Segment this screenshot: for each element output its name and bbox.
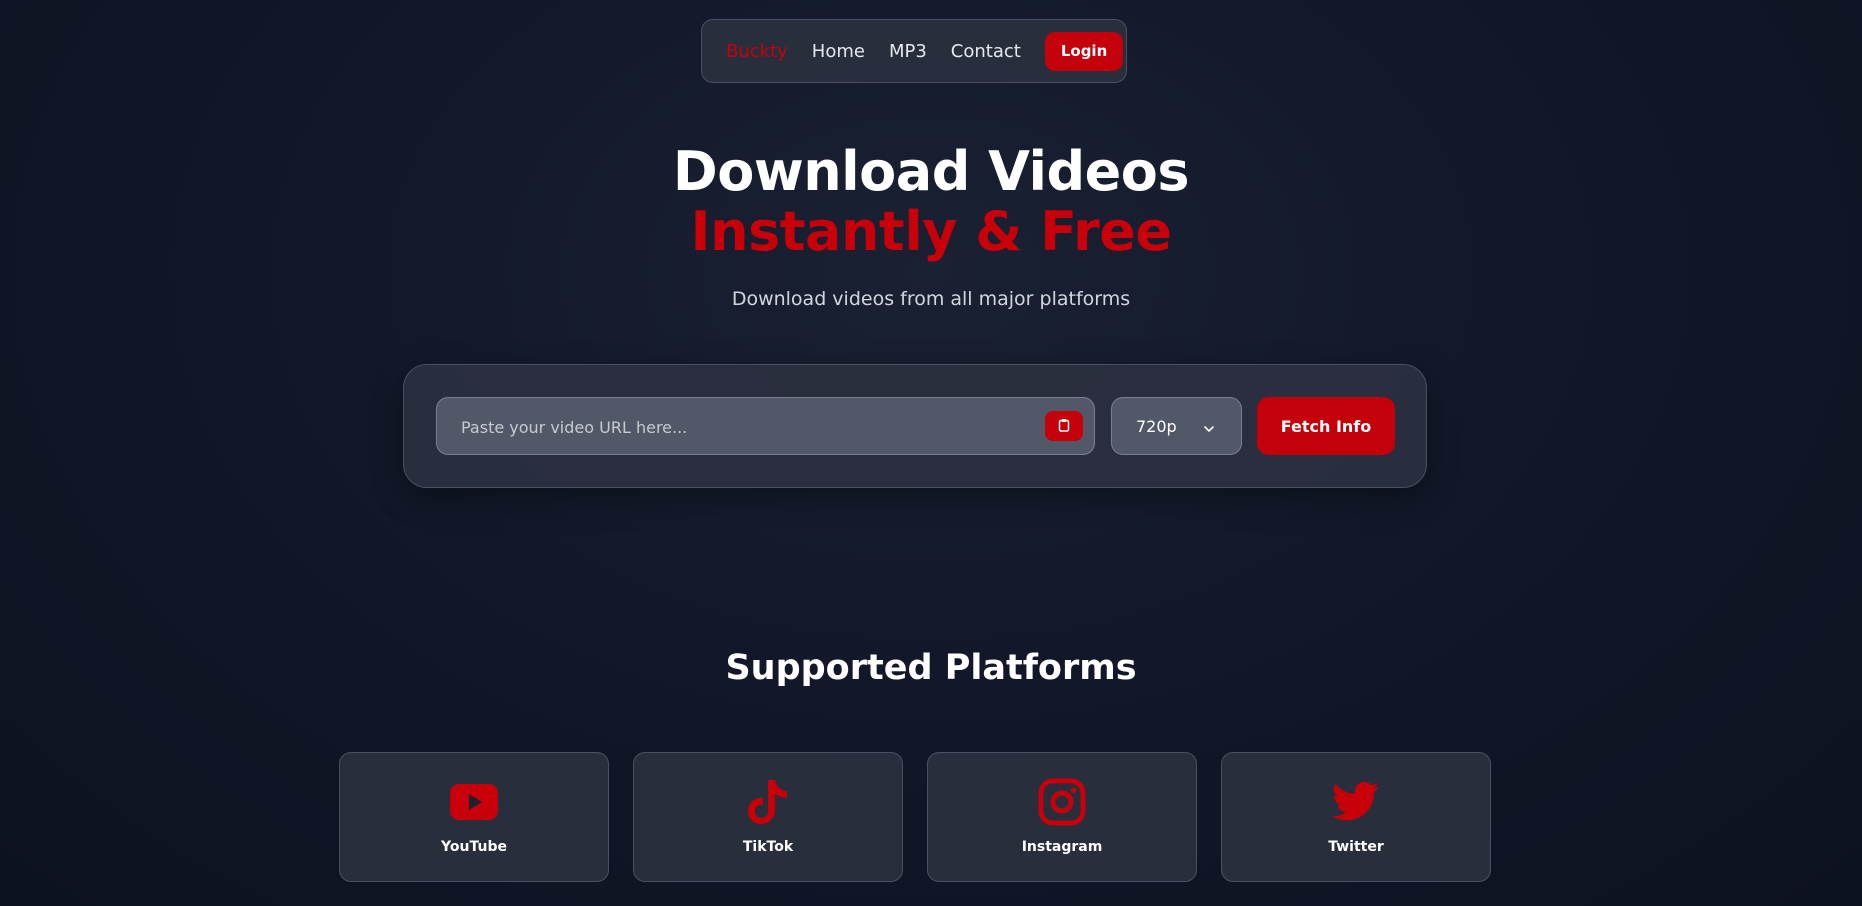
url-input[interactable] [437, 398, 1063, 456]
platform-card-instagram[interactable]: Instagram [927, 752, 1197, 882]
youtube-icon [449, 777, 499, 827]
nav-link-contact[interactable]: Contact [951, 41, 1021, 62]
brand-logo[interactable]: Buckty [726, 41, 788, 62]
hero-title-line2: Instantly & Free [690, 200, 1172, 263]
platform-card-tiktok[interactable]: TikTok [633, 752, 903, 882]
platform-card-twitter[interactable]: Twitter [1221, 752, 1491, 882]
platform-card-youtube[interactable]: YouTube [339, 752, 609, 882]
nav-link-mp3[interactable]: MP3 [889, 41, 927, 62]
instagram-icon [1037, 777, 1087, 827]
chevron-down-icon [1203, 420, 1215, 439]
hero-title-line1: Download Videos [672, 140, 1190, 203]
paste-button[interactable] [1045, 411, 1083, 441]
clipboard-icon [1058, 418, 1070, 435]
download-panel: 720p Fetch Info [403, 364, 1427, 488]
tiktok-icon [743, 777, 793, 827]
platform-label: YouTube [441, 839, 507, 855]
nav-link-home[interactable]: Home [812, 41, 865, 62]
login-button[interactable]: Login [1044, 31, 1124, 71]
url-field-container [436, 397, 1095, 456]
fetch-info-button[interactable]: Fetch Info [1257, 397, 1395, 455]
twitter-icon [1331, 777, 1381, 827]
top-nav: Buckty Home MP3 Contact Login [701, 19, 1127, 83]
quality-value: 720p [1136, 416, 1177, 436]
platform-label: Twitter [1328, 839, 1384, 855]
hero-subtitle: Download videos from all major platforms [731, 288, 1131, 310]
quality-select[interactable]: 720p [1111, 397, 1242, 455]
platforms-section-title: Supported Platforms [725, 648, 1137, 688]
platform-label: Instagram [1021, 839, 1103, 855]
platform-label: TikTok [742, 839, 794, 855]
